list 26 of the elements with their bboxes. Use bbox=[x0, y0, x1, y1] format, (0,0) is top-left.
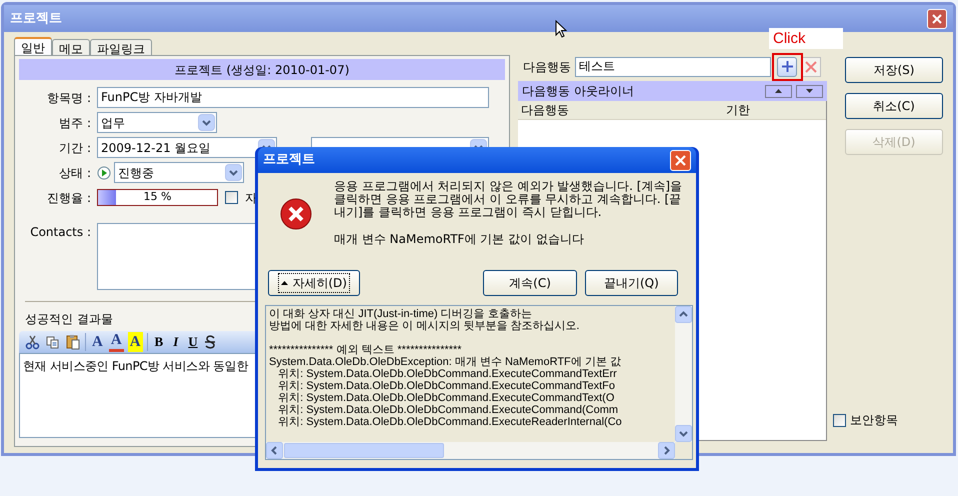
field-label: 진행율 : bbox=[46, 190, 92, 206]
field-label: 다음행동 bbox=[523, 58, 571, 76]
details-line: 방법에 대한 자세한 내용은 이 메시지의 뒷부분을 참조하십시오. bbox=[269, 320, 580, 332]
details-line: 이 대화 상자 대신 JIT(Just-in-time) 디버깅을 호출하는 bbox=[269, 308, 532, 320]
details-line: *************** 예외 텍스트 *************** bbox=[269, 344, 462, 356]
error-message: 응용 프로그램에서 처리되지 않은 예외가 발생했습니다. [계속]을 클릭하면 응용 프로그램에서 이 오류를 무시하고 계속합니다. [끝내기]를 클릭하면 응용 프로그램이 즉시 닫힙니다. bbox=[334, 180, 684, 219]
details-line: System.Data.OleDb.OleDbException: 매개 변수 NaMemoRTF에 기본 값 bbox=[269, 356, 621, 368]
details-line: 위치: System.Data.OleDb.OleDbCommand.ExecuteReaderInternal(Co bbox=[277, 416, 622, 428]
editor-text: 현재 서비스중인 FunPC방 서비스와 동일한 bbox=[23, 359, 248, 373]
details-line: 위치: System.Data.OleDb.OleDbCommand.ExecuteCommand(Comm bbox=[277, 404, 618, 416]
error-detail-message: 매개 변수 NaMemoRTF에 기본 값이 없습니다 bbox=[334, 233, 585, 246]
annotation-label: Click bbox=[769, 28, 843, 48]
outliner-title: 다음행동 아웃라이너 bbox=[522, 83, 634, 100]
section-label: 성공적인 결과물 bbox=[25, 311, 113, 328]
progress-reading: 15 % bbox=[142, 190, 172, 205]
field-label: Contacts : bbox=[29, 224, 92, 241]
details-line: 위치: System.Data.OleDb.OleDbCommand.ExecuteCommandTextErr bbox=[277, 368, 617, 380]
details-line: 위치: System.Data.OleDb.OleDbCommand.ExecuteCommandTextFo bbox=[277, 380, 616, 392]
window-title: 프로젝트 bbox=[10, 10, 62, 28]
field-label: 기간 : bbox=[58, 140, 92, 156]
field-label: 범주 : bbox=[58, 114, 92, 132]
section-header: 프로젝트 (생성일: 2010-01-07) bbox=[19, 59, 505, 80]
field-label: 상태 : bbox=[58, 164, 92, 182]
details-line: 위치: System.Data.OleDb.OleDbCommand.ExecuteCommandText(O bbox=[277, 392, 614, 404]
checkbox-label: 보안항목 bbox=[850, 412, 898, 429]
field-label: 항목명 : bbox=[46, 90, 92, 106]
